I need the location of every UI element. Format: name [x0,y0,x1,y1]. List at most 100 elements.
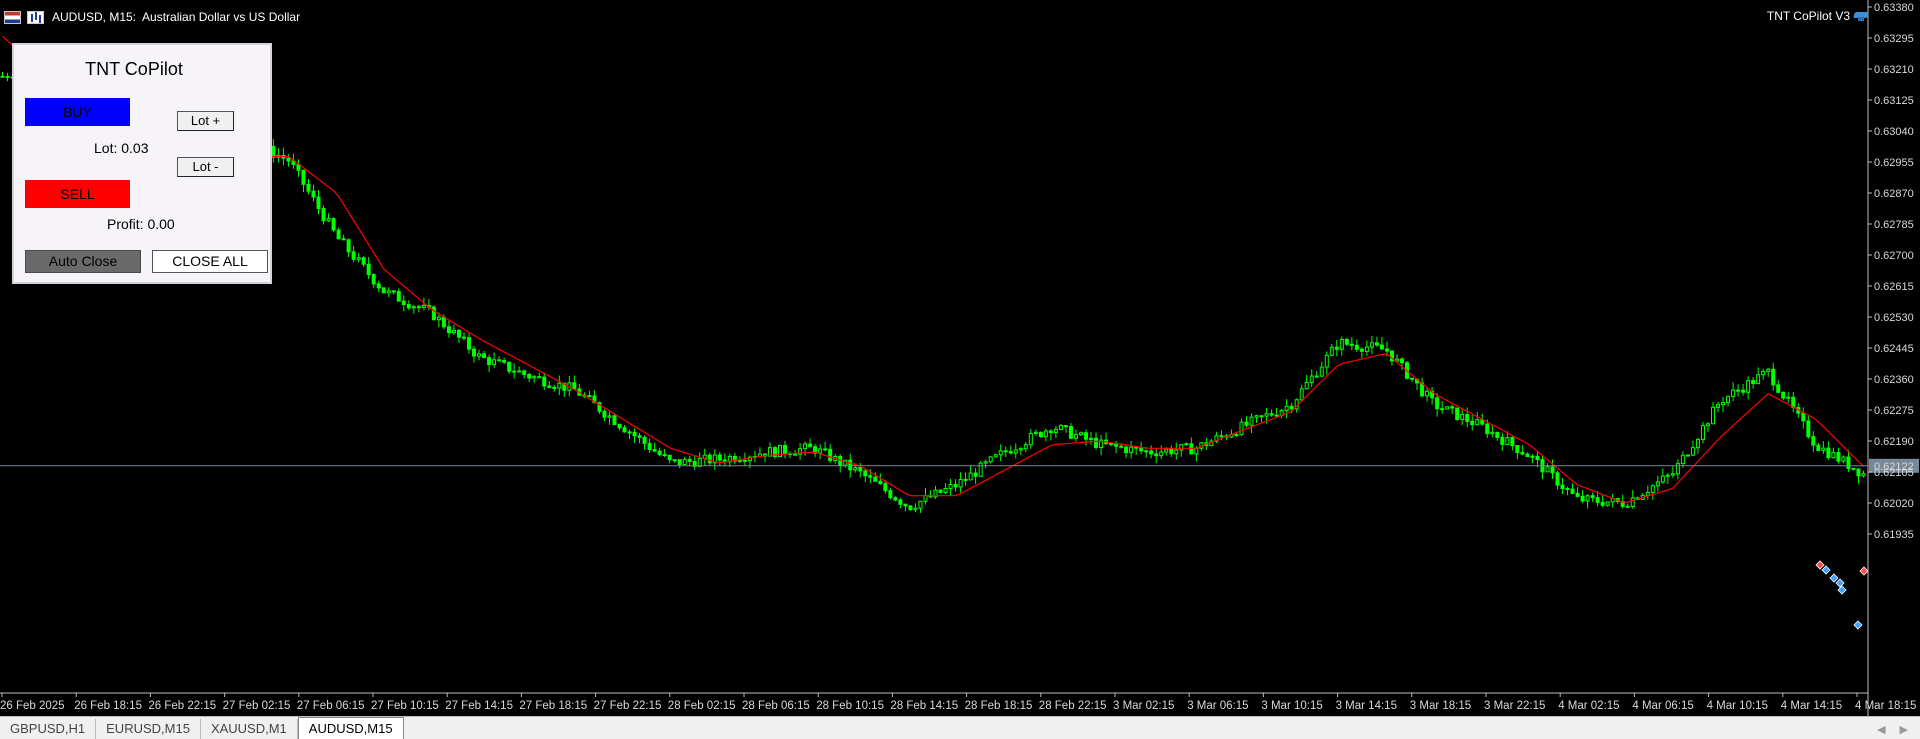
candle-body [1590,495,1595,499]
candle-body [381,287,386,294]
candle-body [446,326,451,334]
candle-body [818,448,823,454]
scroll-left-icon[interactable]: ◀ [1877,723,1885,736]
candle-body [808,443,813,448]
candle-body [1685,454,1690,457]
candle-body [1490,431,1495,435]
candle-body [742,459,747,462]
candle-body [1329,346,1334,356]
graduation-cap-icon[interactable] [1854,10,1868,22]
candle-body [1535,455,1540,461]
candle-body [1766,368,1771,372]
candle-body [973,472,978,477]
candle-body [366,263,371,276]
candle-body [1836,451,1841,462]
candle-body [923,494,928,502]
candle-body [1134,446,1139,449]
close-all-button[interactable]: CLOSE ALL [152,250,268,273]
price-tick-label: 0.62190 [1874,436,1914,448]
candle-body [1650,485,1655,493]
candle-body [542,376,547,387]
candle-body [1144,450,1149,453]
candle-body [657,450,662,456]
price-tick-label: 0.62870 [1874,188,1914,200]
candle-body [1234,433,1239,436]
candle-body [1038,431,1043,438]
time-axis[interactable]: 26 Feb 2025 26 Feb 18:15 26 Feb 22:15 27 Fe… [0,692,1916,712]
time-tick-label: 4 Mar 10:15 [1707,700,1768,712]
candle-body [1259,415,1264,418]
candle-body [1048,430,1053,434]
candle-body [1771,368,1776,386]
candle-body [1741,389,1746,393]
lot-plus-button[interactable]: Lot + [177,111,234,131]
price-chart[interactable]: 0.62122 0.63380 0.63295 0.63210 0.63125 0.63… [0,0,1920,716]
scroll-right-icon[interactable]: ▶ [1900,723,1908,736]
candle-body [1821,447,1826,451]
chart-tab-bar: GBPUSD,H1 EURUSD,M15 XAUUSD,M1 AUDUSD,M1… [0,716,1920,739]
candle-body [667,454,672,461]
candle-body [983,461,988,464]
candle-body [697,457,702,467]
tab-audusd-m15[interactable]: AUDUSD,M15 [297,717,404,739]
candle-body [0,75,5,78]
candle-body [672,459,677,462]
tab-eurusd-m15[interactable]: EURUSD,M15 [96,719,201,739]
candle-body [1119,445,1124,448]
candle-body [1751,380,1756,385]
tab-gbpusd-h1[interactable]: GBPUSD,H1 [0,719,97,739]
lot-minus-button[interactable]: Lot - [177,157,234,177]
candle-body [1495,431,1500,438]
candle-body [1239,421,1244,436]
trade-marker [1853,620,1863,630]
candle-body [1655,481,1660,487]
candle-body [361,257,366,265]
candle-body [391,290,396,293]
candle-body [803,443,808,450]
candle-body [968,472,973,481]
candle-body [271,145,276,158]
candle-body [1786,396,1791,399]
chart-bars-icon[interactable] [27,10,44,24]
candle-body [622,427,627,433]
candle-body [863,470,868,477]
candle-body [898,499,903,505]
candle-body [677,459,682,466]
candle-body [326,218,331,222]
candle-body [783,444,788,454]
price-axis[interactable]: 0.63380 0.63295 0.63210 0.63125 0.63040 0.629… [1867,0,1914,716]
candle-body [1600,501,1605,506]
time-tick-label: 26 Feb 18:15 [74,700,142,712]
candle-body [893,497,898,501]
candle-body [386,290,391,294]
buy-button[interactable]: BUY [25,98,130,126]
candle-body [1856,468,1861,477]
candle-body [1304,381,1309,390]
candle-body [1435,397,1440,410]
auto-close-button[interactable]: Auto Close [25,250,141,273]
candle-body [1520,452,1525,455]
candle-body [1841,456,1846,462]
time-tick-label: 28 Feb 18:15 [965,700,1033,712]
time-tick-label: 27 Feb 22:15 [594,700,662,712]
time-tick-label: 28 Feb 06:15 [742,700,810,712]
candle-body [517,370,522,373]
price-tick-label: 0.62955 [1874,157,1914,169]
sell-button[interactable]: SELL [25,180,130,208]
candle-body [1811,436,1816,446]
candle-body [1058,425,1063,430]
candle-body [1013,449,1018,454]
candle-body [1505,437,1510,445]
candle-body [1570,488,1575,494]
calendar-flag-icon[interactable] [4,10,21,24]
tab-xauusd-m1[interactable]: XAUUSD,M1 [201,719,298,739]
price-tick-label: 0.62105 [1874,467,1914,479]
candle-body [451,329,456,334]
candle-body [1018,448,1023,451]
candle-body [903,503,908,507]
candle-body [1445,406,1450,410]
time-tick-label: 28 Feb 02:15 [668,700,736,712]
time-tick-label: 27 Feb 06:15 [297,700,365,712]
candle-body [587,395,592,398]
chart-canvas[interactable]: 0.62122 0.633800.632950.632100.631250.63… [0,0,1920,716]
